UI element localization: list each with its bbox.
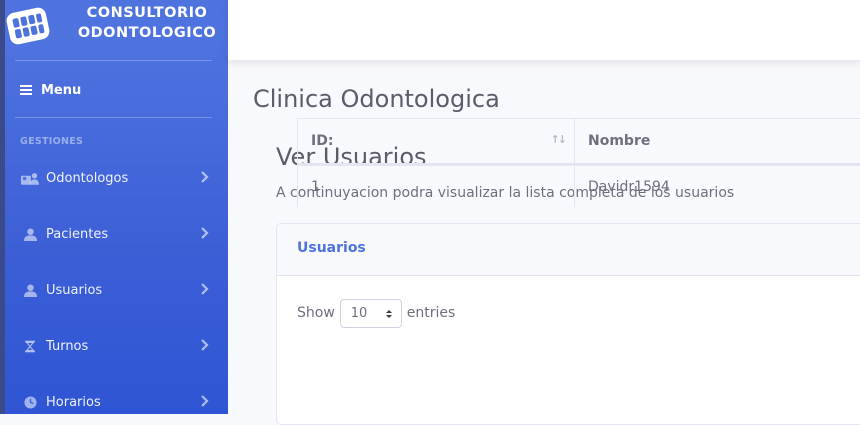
sidebar-item-horarios[interactable]: Horarios — [20, 390, 210, 414]
menu-label: Menu — [41, 82, 82, 98]
entries-value: 10 — [350, 305, 368, 321]
column-header-nombre[interactable]: Nombre — [574, 118, 860, 166]
sidebar-heading: GESTIONES — [20, 136, 84, 147]
chevron-right-icon — [201, 339, 209, 351]
entries-select[interactable]: 10 — [339, 298, 402, 328]
sidebar: CONSULTORIO ODONTOLOGICO Menu GESTIONES … — [5, 0, 228, 414]
table-cell-id: 1 — [297, 167, 575, 207]
card-header: Usuarios — [277, 224, 860, 276]
table-cell-nombre: Davidr1594 — [574, 167, 860, 207]
users-card: Usuarios Show 10 entries — [276, 223, 860, 425]
clock-icon — [20, 394, 40, 410]
chevron-right-icon — [201, 395, 209, 407]
chevron-right-icon — [201, 227, 209, 239]
sort-icon: ↑↓ — [550, 133, 568, 146]
select-caret-icon — [385, 309, 392, 318]
column-header-label: ID: — [311, 133, 334, 149]
column-header-label: Nombre — [588, 133, 651, 149]
show-label: Show — [297, 305, 335, 321]
sidebar-item-turnos[interactable]: Turnos — [20, 334, 210, 358]
hourglass-icon — [20, 338, 40, 354]
brand-name: CONSULTORIO ODONTOLOGICO — [67, 3, 227, 43]
entries-length-control: Show 10 entries — [297, 298, 455, 328]
page-title: Clinica Odontologica — [253, 85, 500, 113]
users-icon — [20, 170, 40, 186]
chevron-right-icon — [201, 283, 209, 295]
brand-line-2: ODONTOLOGICO — [77, 25, 217, 41]
bars-icon — [20, 85, 32, 95]
sidebar-item-usuarios[interactable]: Usuarios — [20, 278, 210, 302]
sidebar-divider — [15, 117, 212, 118]
topbar — [228, 0, 860, 60]
tooth-grid-icon — [6, 7, 50, 45]
sidebar-item-pacientes[interactable]: Pacientes — [20, 222, 210, 246]
menu-toggle[interactable]: Menu — [20, 80, 81, 100]
brand[interactable]: CONSULTORIO ODONTOLOGICO — [5, 0, 228, 60]
sidebar-item-label: Pacientes — [46, 226, 109, 242]
user-icon — [20, 282, 40, 298]
sidebar-item-label: Horarios — [46, 394, 101, 410]
brand-line-1: CONSULTORIO — [86, 5, 208, 21]
column-header-id[interactable]: ID: ↑↓ — [297, 118, 575, 166]
chevron-right-icon — [201, 171, 209, 183]
sidebar-divider — [15, 60, 212, 61]
sidebar-item-label: Turnos — [46, 338, 89, 354]
entries-label: entries — [406, 305, 456, 321]
card-title: Usuarios — [297, 240, 366, 256]
sidebar-item-label: Odontologos — [46, 170, 129, 186]
sidebar-item-odontologos[interactable]: Odontologos — [20, 166, 210, 190]
sidebar-item-label: Usuarios — [46, 282, 103, 298]
user-icon — [20, 226, 40, 242]
